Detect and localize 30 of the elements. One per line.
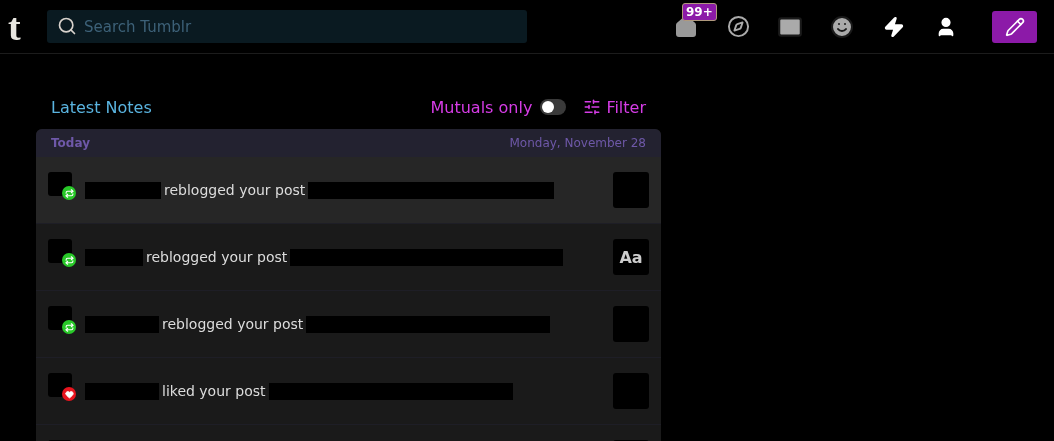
compose-button[interactable] xyxy=(992,10,1037,43)
sliders-icon xyxy=(583,98,602,116)
reblog-icon xyxy=(62,320,76,334)
section-title: Latest Notes xyxy=(51,97,152,117)
post-thumbnail[interactable] xyxy=(613,172,649,208)
post-thumbnail[interactable] xyxy=(613,306,649,342)
lightning-icon[interactable] xyxy=(883,15,905,38)
pencil-icon xyxy=(1004,16,1025,37)
reblog-icon xyxy=(62,186,76,200)
filter-button[interactable]: Filter xyxy=(583,97,646,117)
date-label: Monday, November 28 xyxy=(509,136,646,150)
search-icon xyxy=(57,16,77,36)
post-thumbnail[interactable] xyxy=(613,373,649,409)
notification-badge: 99+ xyxy=(682,2,717,21)
logo[interactable]: t xyxy=(8,9,34,44)
note-row[interactable]: reblogged your post xyxy=(36,157,661,224)
redacted-name xyxy=(85,248,143,266)
heart-icon xyxy=(62,387,76,401)
mutuals-toggle[interactable] xyxy=(540,99,567,115)
note-text: reblogged your post xyxy=(146,249,288,265)
reblog-icon xyxy=(62,253,76,267)
post-thumbnail[interactable]: Aa xyxy=(613,239,649,275)
day-label: Today xyxy=(51,136,90,150)
compass-icon[interactable] xyxy=(726,15,750,38)
smiley-icon[interactable] xyxy=(830,14,854,39)
note-text: reblogged your post xyxy=(164,182,306,198)
note-text: liked your post xyxy=(162,383,266,399)
toggle-label: Mutuals only xyxy=(430,97,533,117)
search-field[interactable]: Search Tumblr xyxy=(47,10,527,43)
note-text: reblogged your post xyxy=(162,316,304,332)
